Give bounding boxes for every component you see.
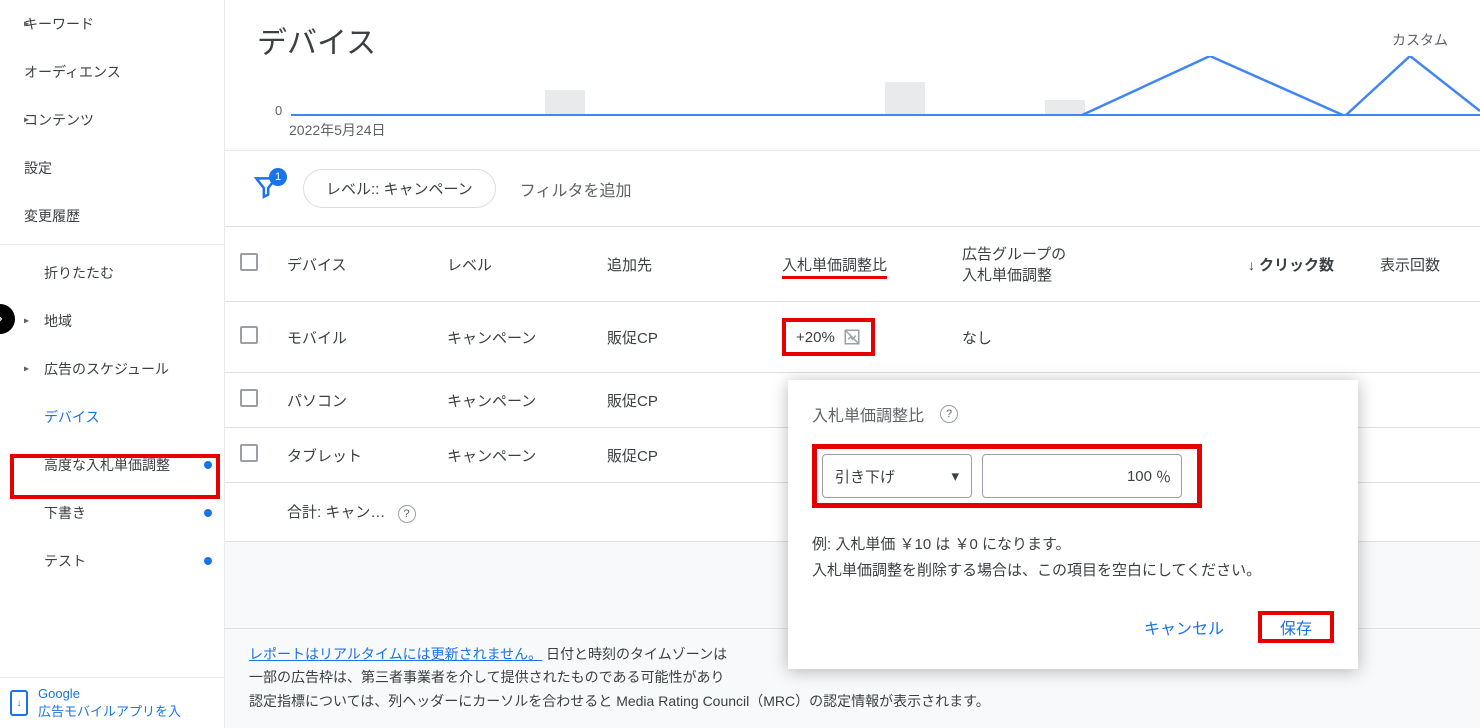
page-title: デバイス — [257, 18, 376, 62]
col-clicks[interactable]: ↓クリック数 — [1148, 227, 1348, 302]
percent-input-wrap: ％ — [982, 454, 1182, 498]
row-checkbox[interactable] — [240, 326, 258, 344]
select-all-checkbox[interactable] — [240, 253, 258, 271]
mobile-app-promo[interactable]: ↓ Google 広告モバイルアプリを入 — [0, 677, 224, 728]
cell-device: パソコン — [273, 373, 433, 428]
col-group-bid-adj[interactable]: 広告グループの 入札単価調整 — [948, 227, 1148, 302]
cell-impressions — [1348, 428, 1480, 483]
col-device[interactable]: デバイス — [273, 227, 433, 302]
caret-right-icon: ▸ — [24, 19, 29, 30]
blue-dot-icon — [204, 509, 212, 517]
sidebar-item-label: 高度な入札単価調整 — [44, 455, 170, 475]
chart-line — [1080, 56, 1480, 116]
total-label: 合計: キャン… — [287, 504, 385, 521]
sidebar-item-label: 地域 — [44, 311, 72, 331]
col-impressions[interactable]: 表示回数 — [1348, 227, 1480, 302]
cell-impressions — [1348, 302, 1480, 373]
cancel-button[interactable]: キャンセル — [1134, 607, 1234, 647]
sidebar-item-advanced-bid[interactable]: 高度な入札単価調整 — [0, 441, 224, 489]
cell-group-adj: なし — [948, 302, 1148, 373]
chart-area: 0 2022年5月24日 — [225, 66, 1480, 148]
caret-right-icon: ▸ — [24, 115, 29, 126]
cell-added: 販促CP — [593, 373, 768, 428]
percent-input[interactable] — [1032, 468, 1152, 485]
sidebar-item-label: 変更履歴 — [24, 206, 80, 226]
sidebar-item-label: オーディエンス — [24, 62, 121, 82]
sidebar-item-audience[interactable]: オーディエンス — [0, 48, 224, 96]
filter-bar: 1 レベル:: キャンペーン フィルタを追加 — [225, 150, 1480, 226]
bid-adjust-popover: 入札単価調整比 ? 引き下げ ▾ ％ 例: 入札単価 ￥10 は ￥0 になりま… — [788, 380, 1358, 669]
sidebar-item-ad-schedule[interactable]: ▸ 広告のスケジュール — [0, 345, 224, 393]
sidebar-item-label: キーワード — [24, 14, 94, 34]
cell-device: モバイル — [273, 302, 433, 373]
chart-ghost-bar — [545, 90, 585, 116]
promo-line2: 広告モバイルアプリを入 — [38, 701, 181, 720]
sidebar-item-drafts[interactable]: 下書き — [0, 489, 224, 537]
help-icon[interactable]: ? — [398, 505, 416, 523]
row-checkbox[interactable] — [240, 389, 258, 407]
cell-level: キャンペーン — [433, 373, 593, 428]
add-filter-button[interactable]: フィルタを追加 — [520, 177, 632, 201]
sidebar-item-experiments[interactable]: テスト — [0, 537, 224, 585]
chart-x-label: 2022年5月24日 — [289, 120, 386, 140]
sidebar: › ▸ キーワード オーディエンス ▸ コンテンツ 設定 変更履歴 折りたたむ … — [0, 0, 225, 728]
chart-y-zero: 0 — [275, 103, 282, 118]
col-added-to[interactable]: 追加先 — [593, 227, 768, 302]
footer-line3: 認定指標については、列ヘッダーにカーソルを合わせると Media Rating … — [249, 690, 1456, 714]
cell-level: キャンペーン — [433, 428, 593, 483]
chart-ghost-bar — [885, 82, 925, 116]
cell-clicks — [1148, 302, 1348, 373]
col-level[interactable]: レベル — [433, 227, 593, 302]
footer-line2: 一部の広告枠は、第三者事業者を介して提供されたものである可能性があり — [249, 666, 1456, 690]
blue-dot-icon — [204, 557, 212, 565]
sidebar-item-label: 折りたたむ — [44, 263, 114, 283]
sidebar-item-devices[interactable]: デバイス — [0, 393, 224, 441]
filter-chip-level[interactable]: レベル:: キャンペーン — [303, 169, 496, 208]
chevron-down-icon: ▾ — [951, 467, 959, 485]
direction-select[interactable]: 引き下げ ▾ — [822, 454, 972, 498]
sidebar-item-collapse[interactable]: 折りたたむ — [0, 249, 224, 297]
sidebar-item-label: デバイス — [44, 407, 100, 427]
main: デバイス カスタム 0 2022年5月24日 1 レベル:: キャンペーン フィ… — [225, 0, 1480, 728]
popover-title: 入札単価調整比 ? — [812, 402, 1334, 426]
phone-icon: ↓ — [10, 690, 28, 716]
filter-count-badge: 1 — [269, 168, 287, 186]
table-row[interactable]: モバイル キャンペーン 販促CP +20% なし — [225, 302, 1480, 373]
highlight-annotation: 引き下げ ▾ ％ — [812, 444, 1202, 508]
sort-desc-icon: ↓ — [1248, 257, 1255, 273]
blue-dot-icon — [204, 461, 212, 469]
promo-line1: Google — [38, 686, 181, 701]
sidebar-item-history[interactable]: 変更履歴 — [0, 192, 224, 240]
sidebar-item-label: 下書き — [44, 503, 86, 523]
no-image-icon — [843, 328, 861, 346]
cell-added: 販促CP — [593, 428, 768, 483]
table-header-row: デバイス レベル 追加先 入札単価調整比 広告グループの 入札単価調整 ↓クリッ… — [225, 227, 1480, 302]
percent-suffix: ％ — [1156, 466, 1171, 487]
cell-impressions — [1348, 373, 1480, 428]
caret-right-icon: ▸ — [24, 316, 29, 327]
col-bid-adj[interactable]: 入札単価調整比 — [768, 227, 948, 302]
sidebar-item-label: 広告のスケジュール — [44, 359, 169, 379]
sidebar-item-content[interactable]: ▸ コンテンツ — [0, 96, 224, 144]
row-checkbox[interactable] — [240, 444, 258, 462]
cell-device: タブレット — [273, 428, 433, 483]
popover-description: 例: 入札単価 ￥10 は ￥0 になります。 入札単価調整を削除する場合は、こ… — [812, 532, 1334, 583]
cell-level: キャンペーン — [433, 302, 593, 373]
cell-added: 販促CP — [593, 302, 768, 373]
help-icon[interactable]: ? — [940, 405, 958, 423]
cell-bid-adj[interactable]: +20% — [768, 302, 948, 373]
footer-help-link[interactable]: レポートはリアルタイムには更新されません。 — [249, 646, 542, 662]
sidebar-item-locations[interactable]: ▸ 地域 — [0, 297, 224, 345]
sidebar-item-label: 設定 — [24, 158, 52, 178]
sidebar-item-label: コンテンツ — [24, 110, 94, 130]
sidebar-item-label: テスト — [44, 551, 86, 571]
save-button[interactable]: 保存 — [1262, 613, 1330, 646]
sidebar-item-settings[interactable]: 設定 — [0, 144, 224, 192]
filter-icon[interactable]: 1 — [253, 174, 279, 203]
caret-right-icon: ▸ — [24, 364, 29, 375]
custom-link[interactable]: カスタム — [1392, 30, 1448, 50]
sidebar-item-keywords[interactable]: ▸ キーワード — [0, 0, 224, 48]
